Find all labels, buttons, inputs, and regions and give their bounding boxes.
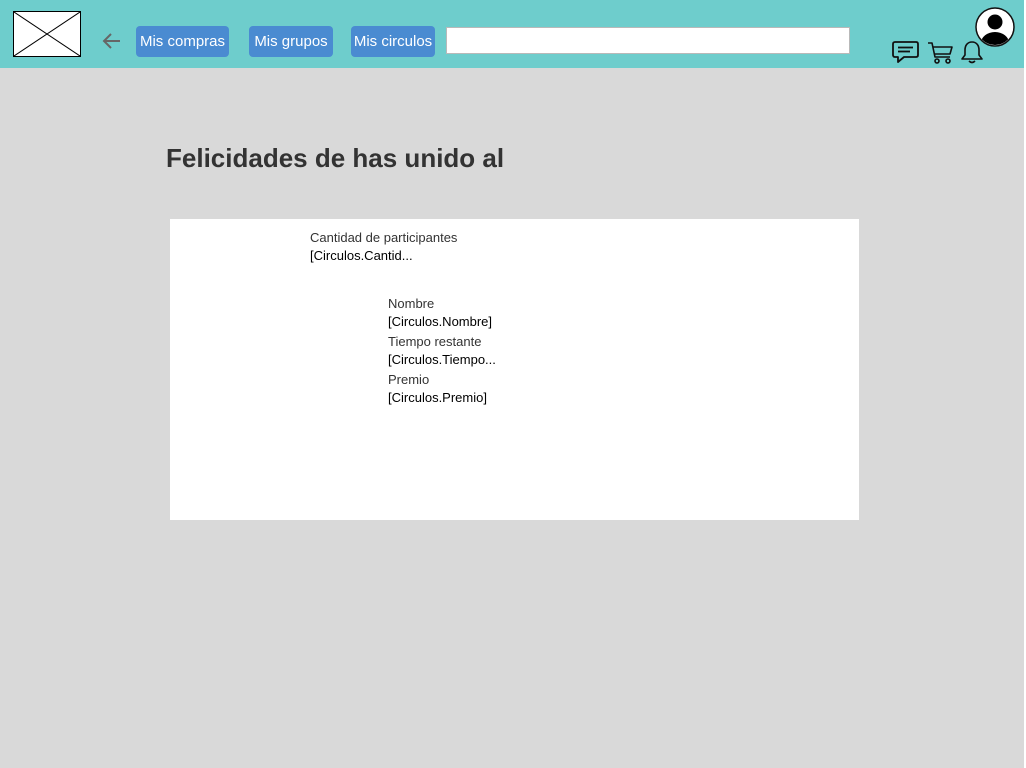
avatar-icon[interactable] (975, 7, 1015, 47)
prize-value: [Circulos.Premio] (388, 390, 487, 405)
mis-circulos-button[interactable]: Mis circulos (351, 26, 435, 57)
back-arrow-icon[interactable] (100, 29, 124, 53)
search-input[interactable] (446, 27, 850, 54)
name-label: Nombre (388, 296, 435, 311)
prize-label: Premio (388, 372, 430, 387)
mis-compras-button[interactable]: Mis compras (136, 26, 229, 57)
mis-grupos-button[interactable]: Mis grupos (249, 26, 333, 57)
logo-placeholder[interactable] (13, 11, 81, 57)
name-value: [Circulos.Nombre] (388, 314, 493, 329)
cart-icon[interactable] (927, 40, 954, 65)
participants-label: Cantidad de participantes (310, 230, 458, 245)
chat-icon[interactable] (892, 40, 919, 64)
top-bar: Mis compras Mis grupos Mis circulos (0, 0, 1024, 68)
participants-value: [Circulos.Cantid... (310, 248, 413, 263)
page-title: Felicidades de has unido al (166, 143, 505, 173)
circle-details-card: Cantidad de participantes [Circulos.Cant… (170, 219, 859, 520)
remaining-time-value: [Circulos.Tiempo... (388, 352, 496, 367)
remaining-time-label: Tiempo restante (388, 334, 482, 349)
